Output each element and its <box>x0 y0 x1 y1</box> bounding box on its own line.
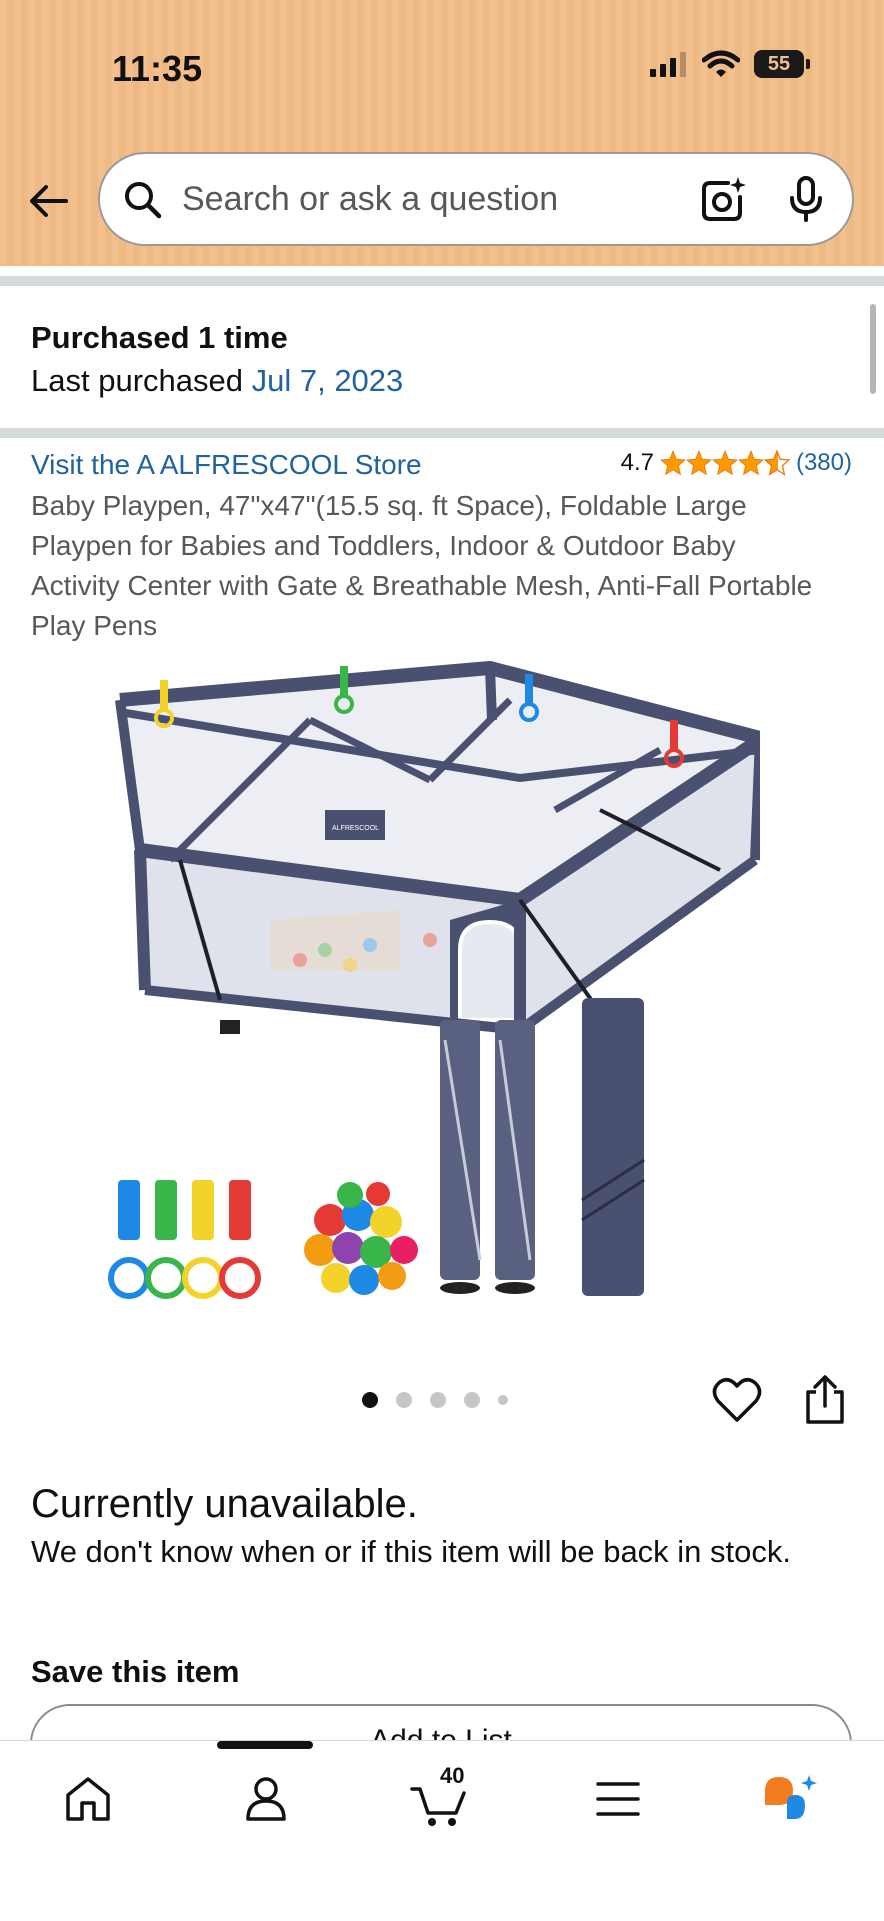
scrollbar <box>870 304 876 394</box>
tab-cart[interactable]: 40 <box>410 1763 470 1829</box>
availability-description: We don't know when or if this item will … <box>31 1534 791 1569</box>
divider <box>0 428 884 438</box>
cart-count: 40 <box>440 1763 465 1788</box>
heart-icon[interactable] <box>712 1376 762 1424</box>
rating[interactable]: 4.7 (380) <box>621 449 852 477</box>
pager-dot[interactable] <box>498 1395 508 1405</box>
tab-rufus[interactable] <box>760 1769 820 1829</box>
star-icon <box>738 450 764 476</box>
tab-profile[interactable] <box>236 1769 296 1829</box>
pager-dot[interactable] <box>464 1392 480 1408</box>
battery-icon: 55 <box>754 50 810 78</box>
pager-dot[interactable] <box>396 1392 412 1408</box>
search-input[interactable] <box>180 178 698 220</box>
image-pager[interactable] <box>362 1392 508 1408</box>
signal-icon <box>650 52 686 77</box>
app-header: 11:35 55 <box>0 0 884 266</box>
rufus-icon <box>765 1775 817 1819</box>
last-purchased-label: Last purchased <box>31 363 243 398</box>
playpen-image: ALFRESCOOL <box>115 660 760 1054</box>
rating-stars <box>660 450 790 476</box>
availability-status: Currently unavailable. <box>31 1482 418 1526</box>
save-item-title: Save this item <box>31 1654 240 1689</box>
brand-tag: ALFRESCOOL <box>332 825 379 832</box>
purchase-history: Purchased 1 time Last purchased Jul 7, 2… <box>31 318 403 404</box>
wifi-icon <box>702 50 740 77</box>
purchase-count: Purchased 1 time <box>31 320 288 355</box>
last-purchased: Last purchased Jul 7, 2023 <box>31 358 403 404</box>
search-bar[interactable] <box>98 152 854 246</box>
rating-value: 4.7 <box>620 449 654 476</box>
pager-dot[interactable] <box>430 1392 446 1408</box>
star-icon <box>712 450 738 476</box>
folded-playpen-image <box>440 1020 535 1294</box>
search-icon <box>125 182 162 219</box>
product-image[interactable]: ALFRESCOOL <box>100 660 760 1310</box>
carry-bag-image <box>581 998 645 1296</box>
star-half-icon <box>763 450 790 476</box>
store-link[interactable]: Visit the A ALFRESCOOL Store <box>31 449 422 481</box>
star-icon <box>686 450 712 476</box>
last-purchased-date-link[interactable]: Jul 7, 2023 <box>252 363 404 398</box>
product-title: Baby Playpen, 47"x47"(15.5 sq. ft Space)… <box>31 490 813 641</box>
home-icon <box>66 1777 110 1821</box>
star-icon <box>660 450 686 476</box>
pager-dot[interactable] <box>362 1392 378 1408</box>
profile-icon <box>246 1777 286 1821</box>
back-arrow-icon[interactable] <box>26 178 72 224</box>
menu-icon <box>596 1782 640 1816</box>
mic-icon[interactable] <box>788 176 824 222</box>
share-icon[interactable] <box>804 1374 846 1424</box>
camera-icon[interactable] <box>698 175 746 223</box>
tab-indicator <box>217 1741 313 1749</box>
rating-count: (380) <box>795 449 852 476</box>
tab-menu[interactable] <box>588 1769 648 1829</box>
divider <box>0 276 884 286</box>
status-icons: 55 <box>648 50 810 78</box>
tab-home[interactable] <box>58 1769 118 1829</box>
pull-rings-image <box>108 1180 261 1299</box>
bottom-tab-bar: 40 <box>0 1740 884 1921</box>
status-time: 11:35 <box>112 48 203 89</box>
play-balls-image <box>304 1182 418 1295</box>
